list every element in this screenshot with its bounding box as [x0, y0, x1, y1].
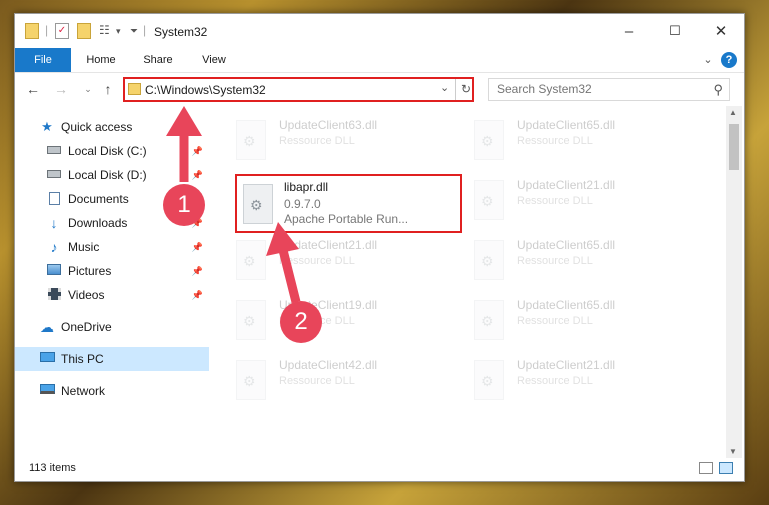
annotation-label-2: 2	[294, 308, 308, 335]
annotation-label-1: 1	[177, 191, 191, 218]
annotation-overlay	[163, 106, 322, 343]
